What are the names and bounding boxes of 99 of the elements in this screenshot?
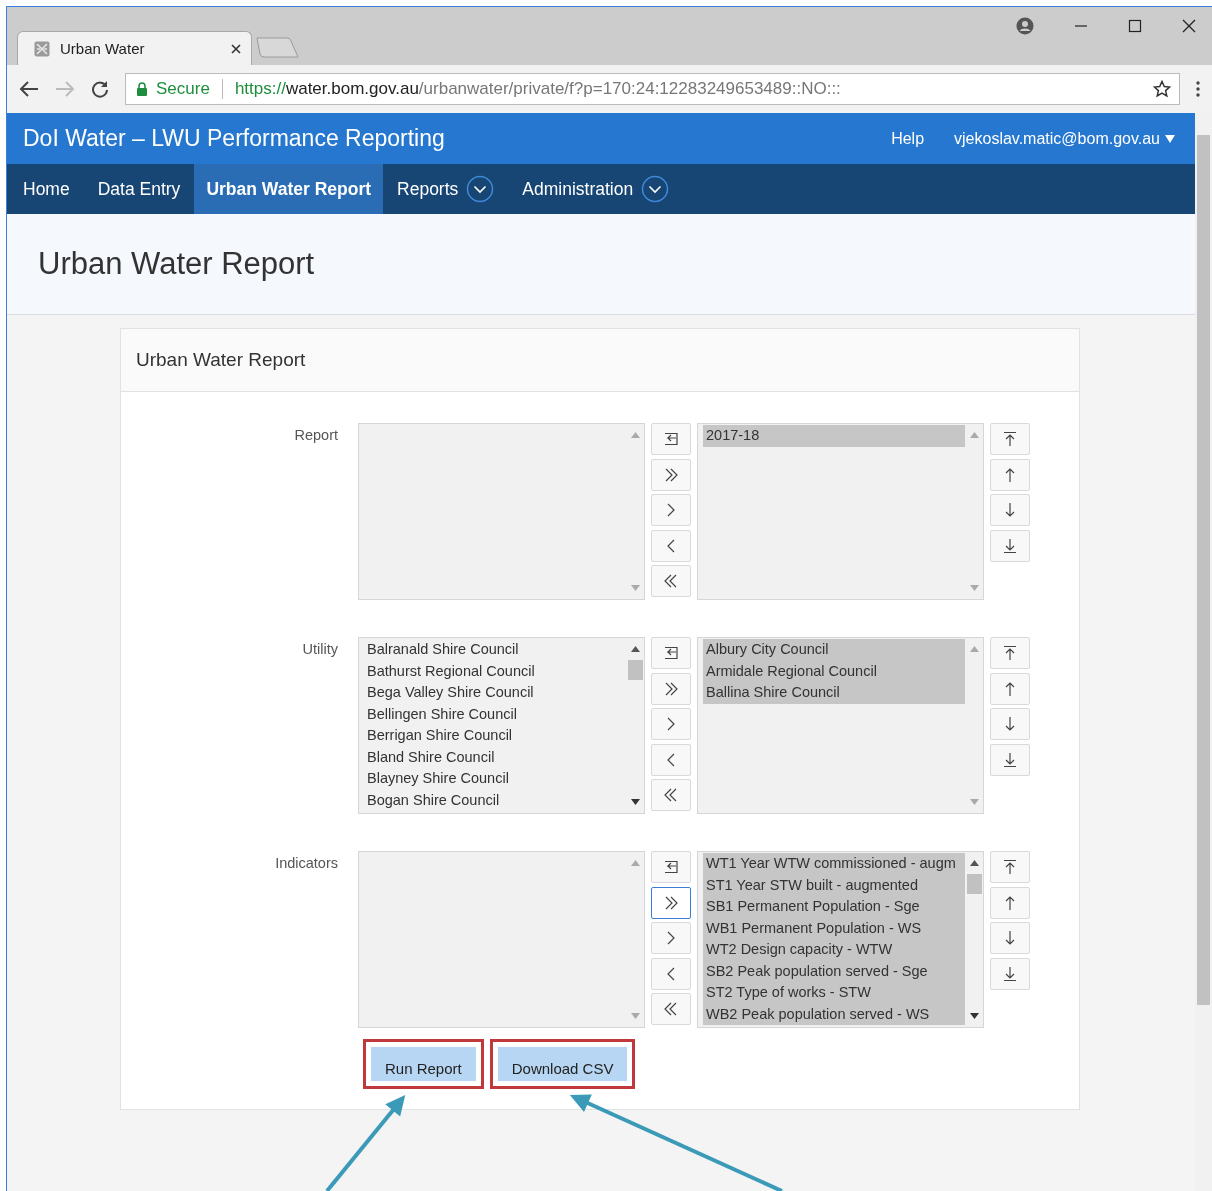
account-icon[interactable] bbox=[1016, 17, 1034, 35]
page-title: Urban Water Report bbox=[38, 246, 315, 282]
list-box[interactable] bbox=[697, 851, 984, 1028]
list-option[interactable]: Bland Shire Council bbox=[364, 746, 626, 768]
double-chevron-left-button[interactable] bbox=[651, 565, 691, 597]
list-option[interactable]: WB1 Permanent Population - WS bbox=[703, 917, 965, 939]
list-option[interactable]: Ballina Shire Council bbox=[703, 682, 965, 704]
double-chevron-left-button[interactable] bbox=[651, 779, 691, 811]
scroll-thumb[interactable] bbox=[627, 660, 643, 680]
tab-title: Urban Water bbox=[60, 40, 146, 57]
list-option[interactable]: WB2 Peak population served - WS bbox=[703, 1003, 965, 1025]
arrow-up-button[interactable] bbox=[990, 458, 1030, 491]
field-label: Report bbox=[293, 426, 339, 443]
list-option[interactable]: Bega Valley Shire Council bbox=[364, 682, 626, 704]
user-menu[interactable]: vjekoslav.matic@bom.gov.au bbox=[954, 129, 1175, 148]
url-text: https://water.bom.gov.au/urbanwater/private/f?p=170:24:12283249653489::NO::: bbox=[234, 79, 841, 99]
reset-icon bbox=[662, 858, 680, 876]
nav-tab[interactable]: Data Entry bbox=[83, 164, 195, 214]
list-option[interactable]: WT1 Year WTW commissioned - augm bbox=[703, 853, 965, 875]
double-chevron-right-button[interactable] bbox=[651, 886, 691, 919]
chevron-down-icon[interactable] bbox=[466, 175, 495, 203]
list-option[interactable]: 2017-18 bbox=[703, 425, 965, 447]
new-tab-button[interactable] bbox=[256, 37, 300, 59]
reset-button[interactable] bbox=[651, 637, 691, 669]
menu-icon[interactable] bbox=[1196, 81, 1200, 97]
arrow-to-bottom-icon bbox=[1001, 536, 1019, 555]
secure-label: Secure bbox=[156, 79, 210, 99]
list-option[interactable]: Balranald Shire Council bbox=[364, 639, 626, 661]
chevron-right-button[interactable] bbox=[651, 494, 691, 526]
nav-tab[interactable]: Reports bbox=[383, 164, 509, 214]
address-field[interactable]: Secure https://water.bom.gov.au/urbanwater/private/f?p=170:24:12283249653489::NO::: bbox=[125, 73, 1180, 105]
field-label: Indicators bbox=[274, 854, 339, 871]
nav-tab[interactable]: Home bbox=[7, 164, 84, 214]
scroll-down-arrow-icon[interactable] bbox=[630, 799, 640, 805]
back-arrow-icon[interactable] bbox=[19, 80, 39, 98]
scroll-down-arrow-icon[interactable] bbox=[969, 1013, 979, 1019]
arrow-to-bottom-icon bbox=[1001, 750, 1019, 769]
lock-icon bbox=[136, 82, 148, 96]
reset-button[interactable] bbox=[651, 423, 691, 455]
page-icon bbox=[34, 40, 50, 57]
browser-tab[interactable]: Urban Water bbox=[17, 31, 252, 65]
arrow-down-button[interactable] bbox=[990, 922, 1030, 954]
list-option[interactable]: SB2 Peak population served - Sge bbox=[703, 960, 965, 982]
chevron-down-icon[interactable] bbox=[641, 175, 670, 203]
scroll-up-arrow-icon[interactable] bbox=[969, 860, 979, 866]
arrow-to-top-button[interactable] bbox=[990, 637, 1030, 669]
action-button[interactable]: Download CSV bbox=[497, 1047, 628, 1081]
arrow-to-bottom-button[interactable] bbox=[990, 529, 1030, 562]
arrow-down-button[interactable] bbox=[990, 708, 1030, 740]
forward-arrow-icon bbox=[55, 80, 75, 98]
arrow-to-top-icon bbox=[1001, 858, 1019, 876]
close-icon[interactable] bbox=[1182, 19, 1196, 33]
list-box[interactable]: Albury City Council Armidale Regional Council Ballina Shire Council bbox=[697, 637, 984, 814]
reload-icon[interactable] bbox=[91, 80, 109, 98]
chevron-left-button[interactable] bbox=[651, 529, 691, 562]
caret-icon bbox=[1165, 134, 1175, 143]
list-option[interactable]: Bellingen Shire Council bbox=[364, 703, 626, 725]
list-option[interactable]: ST1 Year STW built - augmented bbox=[703, 874, 965, 896]
arrow-to-top-icon bbox=[1001, 430, 1019, 448]
arrow-up-button[interactable] bbox=[990, 672, 1030, 705]
chevron-right-button[interactable] bbox=[651, 708, 691, 740]
reset-button[interactable] bbox=[651, 851, 691, 883]
action-button[interactable]: Run Report bbox=[371, 1047, 476, 1081]
arrow-up-button[interactable] bbox=[990, 886, 1030, 919]
arrow-down-button[interactable] bbox=[990, 494, 1030, 526]
card-title: Urban Water Report bbox=[136, 349, 306, 371]
arrow-to-top-button[interactable] bbox=[990, 851, 1030, 883]
list-option[interactable]: Armidale Regional Council bbox=[703, 660, 965, 682]
close-icon[interactable] bbox=[231, 43, 241, 54]
maximize-icon[interactable] bbox=[1128, 19, 1142, 33]
arrow-to-bottom-icon bbox=[1001, 964, 1019, 983]
help-link[interactable]: Help bbox=[891, 129, 925, 148]
arrow-to-top-icon bbox=[1001, 644, 1019, 662]
chevron-right-button[interactable] bbox=[651, 922, 691, 954]
chevron-left-button[interactable] bbox=[651, 743, 691, 776]
double-chevron-left-button[interactable] bbox=[651, 993, 691, 1025]
list-box[interactable]: Balranald Shire Council Bathurst Regional Council Bega Valley Shire Council Bellingen Shire Council Berrigan Shire Council Bland Shire Council Blayney Shire Council Bogan Shire Council bbox=[358, 637, 645, 814]
arrow-to-top-button[interactable] bbox=[990, 423, 1030, 455]
field-label: Utility bbox=[301, 640, 339, 657]
list-option[interactable]: Bathurst Regional Council bbox=[364, 660, 626, 682]
chevron-left-button[interactable] bbox=[651, 957, 691, 990]
list-option[interactable]: SB1 Permanent Population - Sge bbox=[703, 896, 965, 918]
app-title: DoI Water – LWU Performance Reporting bbox=[23, 125, 445, 152]
list-option[interactable]: Blayney Shire Council bbox=[364, 768, 626, 790]
arrow-to-bottom-button[interactable] bbox=[990, 743, 1030, 776]
nav-tab[interactable]: Administration bbox=[508, 164, 684, 214]
nav-tab[interactable]: Urban Water Report bbox=[194, 164, 384, 214]
list-box[interactable]: 2017-18 bbox=[697, 423, 984, 600]
list-option[interactable]: WT2 Design capacity - WTW bbox=[703, 939, 965, 961]
list-option[interactable]: ST2 Type of works - STW bbox=[703, 982, 965, 1004]
reset-icon bbox=[662, 430, 680, 448]
list-option[interactable]: Berrigan Shire Council bbox=[364, 725, 626, 747]
star-icon[interactable] bbox=[1153, 80, 1171, 98]
scroll-thumb[interactable] bbox=[966, 874, 982, 894]
reset-icon bbox=[662, 644, 680, 662]
scroll-up-arrow-icon[interactable] bbox=[630, 646, 640, 652]
list-option[interactable]: Bogan Shire Council bbox=[364, 789, 626, 811]
arrow-to-bottom-button[interactable] bbox=[990, 957, 1030, 990]
list-option[interactable]: Albury City Council bbox=[703, 639, 965, 661]
